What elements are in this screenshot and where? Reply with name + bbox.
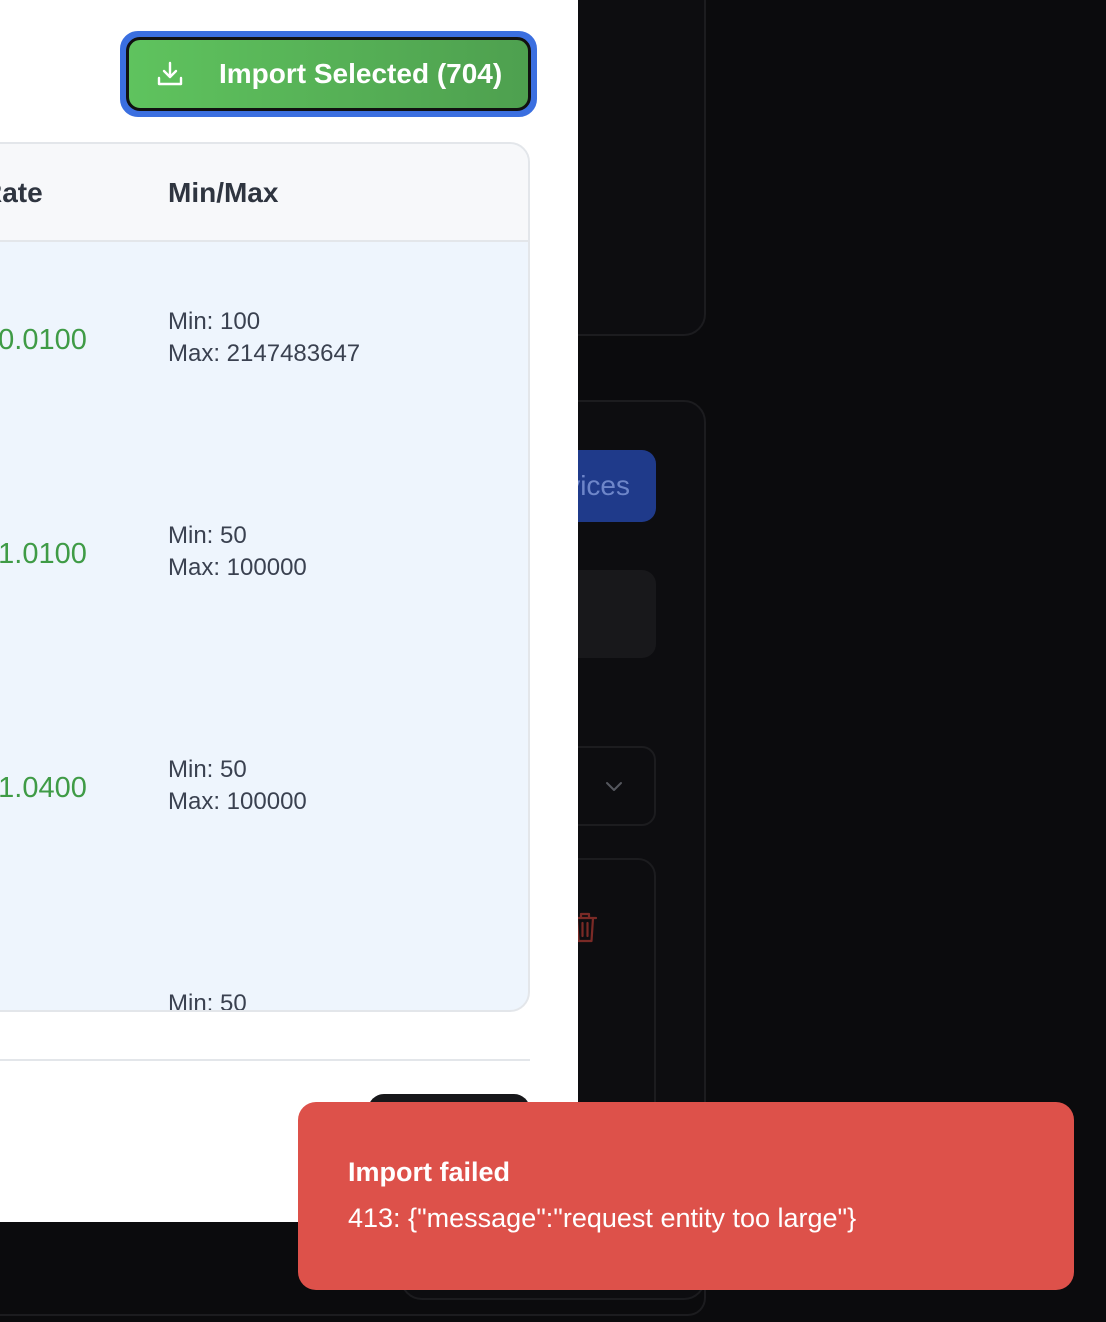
download-icon: [157, 61, 183, 86]
toast-message: 413: {"message":"request entity too larg…: [348, 1203, 857, 1233]
min-max-cell: Min: 50 Max: 100000: [168, 520, 307, 584]
min-max-cell: Min: 50: [168, 988, 247, 1012]
max-value: Max: 2147483647: [168, 340, 361, 367]
chevron-down-icon: [606, 782, 622, 791]
min-value: Min: 100: [168, 308, 261, 335]
min-max-cell: Min: 50 Max: 100000: [168, 754, 307, 818]
table-row[interactable]: $1.0400 Min: 50 Max: 100000: [0, 712, 528, 946]
min-max-cell: Min: 100 Max: 2147483647: [168, 306, 360, 370]
min-value: Min: 50: [168, 522, 247, 549]
modal-footer-divider: [0, 1059, 530, 1061]
table-row[interactable]: $0.0100 Min: 100 Max: 2147483647: [0, 244, 528, 478]
rate-cell: $1.0100: [0, 538, 87, 570]
min-value: Min: 50: [168, 756, 247, 783]
toast-title: Import failed: [348, 1157, 511, 1187]
max-value: Max: 100000: [168, 788, 307, 815]
column-header-min-max[interactable]: Min/Max: [168, 144, 278, 242]
import-selected-button-body[interactable]: Import Selected (704): [126, 37, 531, 111]
rate-cell: $1.0400: [0, 772, 87, 804]
column-header-rate[interactable]: Rate: [0, 144, 43, 242]
rate-cell: $0.0100: [0, 324, 87, 356]
max-value: Max: 100000: [168, 554, 307, 581]
table-header: Rate Min/Max: [0, 144, 528, 242]
table-row[interactable]: Min: 50: [0, 946, 528, 1012]
import-selected-button[interactable]: Import Selected (704): [120, 31, 537, 117]
min-value: Min: 50: [168, 990, 247, 1012]
table-row[interactable]: $1.0100 Min: 50 Max: 100000: [0, 478, 528, 712]
import-selected-label: Import Selected (704): [219, 58, 503, 89]
import-services-modal: Import Selected (704) Rate Min/Max $0.01…: [0, 0, 578, 1222]
error-toast[interactable]: Import failed 413: {"message":"request e…: [298, 1102, 1074, 1290]
services-table: Rate Min/Max $0.0100 Min: 100 Max: 21474…: [0, 142, 530, 1012]
